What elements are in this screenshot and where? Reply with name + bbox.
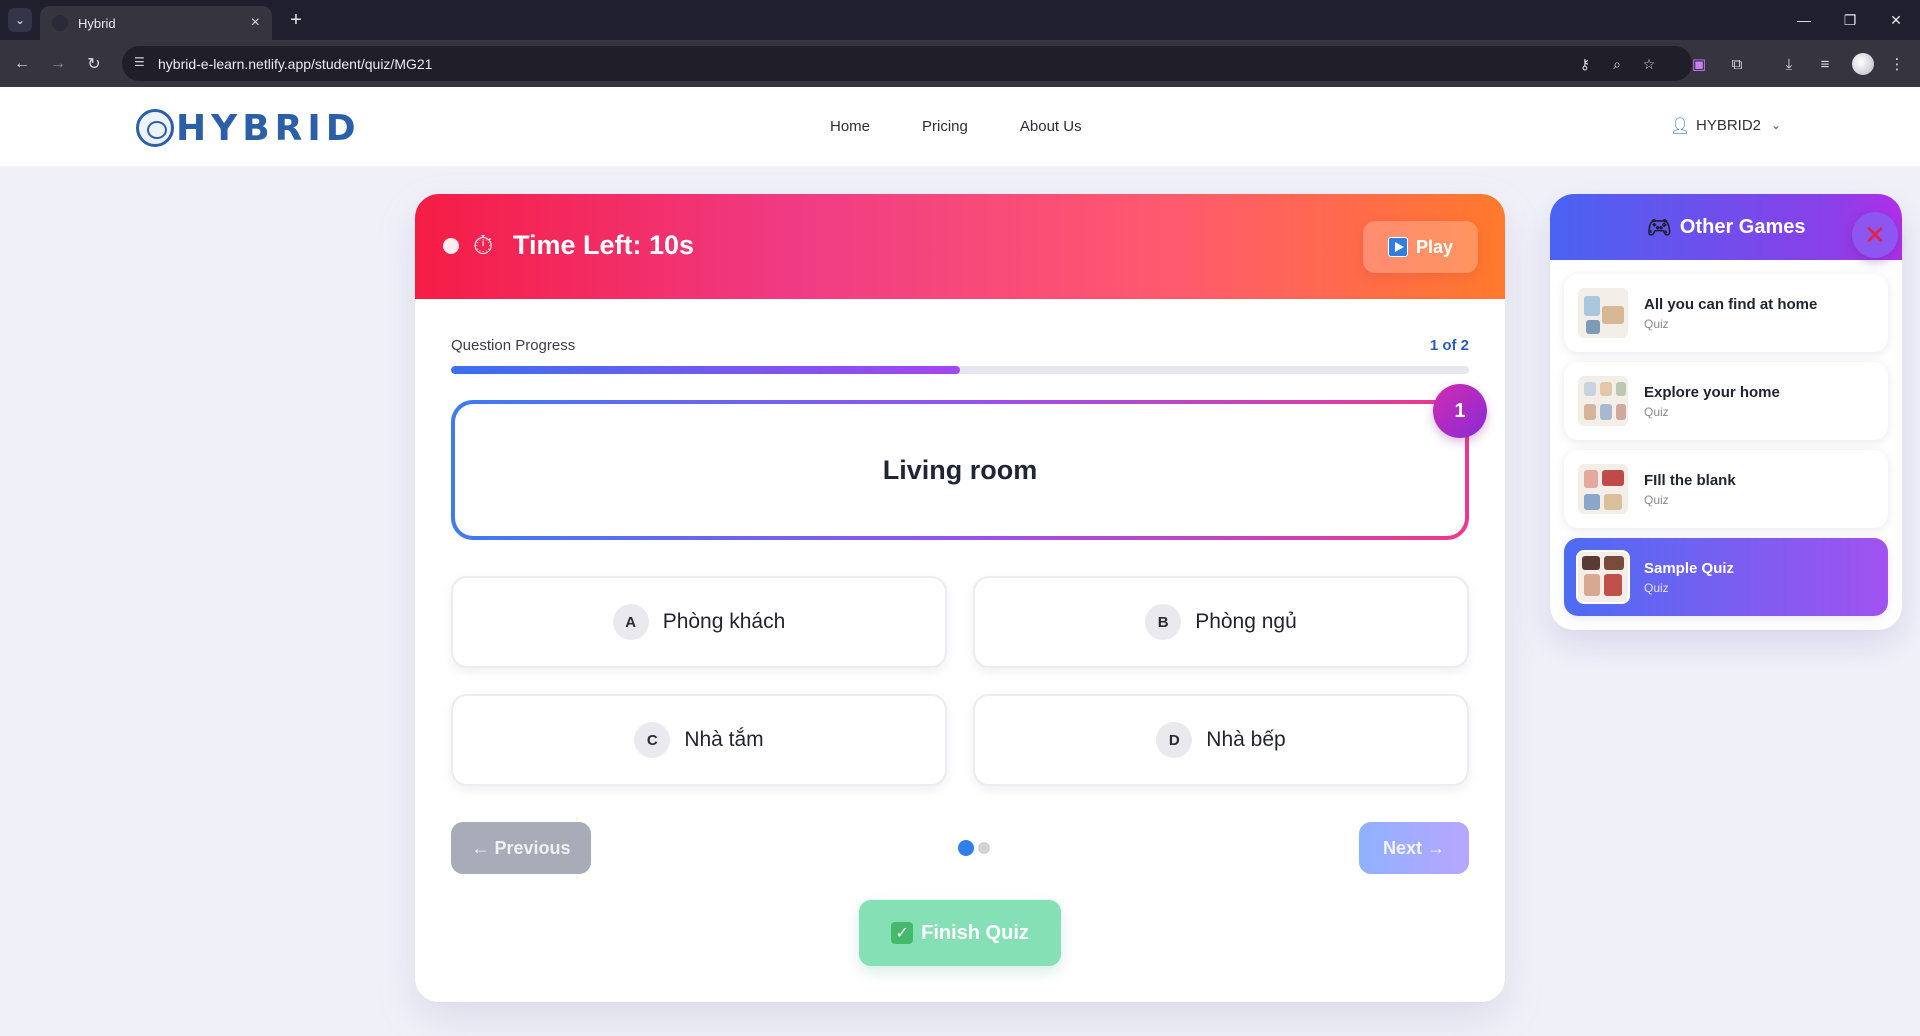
game-item[interactable]: Explore your home Quiz: [1564, 362, 1888, 440]
forward-button[interactable]: →: [46, 52, 70, 76]
game-item[interactable]: All you can find at home Quiz: [1564, 274, 1888, 352]
check-icon: ✓: [891, 922, 914, 944]
play-icon: [1387, 237, 1408, 257]
profile-avatar[interactable]: [1852, 53, 1874, 75]
play-button[interactable]: Play: [1363, 221, 1478, 273]
option-letter: A: [612, 604, 649, 640]
browser-menu-icon[interactable]: ⋮: [1886, 53, 1908, 75]
game-thumbnail: [1576, 286, 1630, 340]
page-dots: [958, 840, 990, 856]
option-text: Phòng khách: [662, 610, 786, 633]
game-type: Quiz: [1644, 316, 1669, 331]
progress-bar: [451, 366, 1469, 374]
new-tab-button[interactable]: +: [284, 8, 308, 32]
quiz-header: ⏱ Time Left: 10s Play: [415, 194, 1505, 299]
tab-title: Hybrid: [78, 15, 116, 31]
other-games-panel: 🎮︎ Other Games All you can find at home …: [1550, 194, 1902, 630]
option-a-button[interactable]: A Phòng khách: [451, 576, 947, 668]
option-d-button[interactable]: D Nhà bếp: [973, 694, 1469, 786]
option-text: Nhà bếp: [1206, 728, 1286, 751]
game-type: Quiz: [1644, 580, 1669, 595]
browser-tab-bar: ⌄ Hybrid × + — ❐ ✕: [0, 0, 1920, 40]
next-button[interactable]: Next →: [1359, 822, 1469, 874]
minimize-button[interactable]: —: [1792, 8, 1816, 32]
stopwatch-icon: ⏱: [473, 230, 494, 260]
user-menu[interactable]: 👤︎ HYBRID2 ⌄: [1670, 116, 1782, 136]
other-games-title: Other Games: [1679, 215, 1806, 238]
option-letter: B: [1145, 604, 1182, 640]
option-letter: D: [1156, 722, 1193, 758]
game-item-active[interactable]: Sample Quiz Quiz: [1564, 538, 1888, 616]
browser-toolbar: ← → ↻ ☰ hybrid-e-learn.netlify.app/stude…: [0, 40, 1920, 87]
nav-pricing[interactable]: Pricing: [922, 118, 968, 135]
game-type: Quiz: [1644, 404, 1669, 419]
nav-about-us[interactable]: About Us: [1020, 118, 1082, 135]
username: HYBRID2: [1696, 116, 1762, 134]
restore-button[interactable]: ❐: [1838, 8, 1862, 32]
address-bar[interactable]: ☰ hybrid-e-learn.netlify.app/student/qui…: [122, 46, 1692, 81]
close-icon[interactable]: ✕: [1852, 212, 1898, 258]
user-icon: 👤︎: [1670, 118, 1691, 135]
download-icon[interactable]: ⤓: [1778, 53, 1800, 75]
page-dot-2[interactable]: [978, 842, 990, 854]
logo-mascot-icon: [136, 109, 174, 147]
progress-label: Question Progress: [451, 337, 576, 354]
logo-text: HYBRID: [176, 107, 361, 149]
extensions-puzzle-icon[interactable]: ⧉: [1726, 53, 1748, 75]
reload-button[interactable]: ↻: [82, 52, 106, 76]
finish-quiz-button[interactable]: ✓ Finish Quiz: [859, 900, 1061, 966]
option-text: Phòng ngủ: [1195, 610, 1297, 633]
option-letter: C: [634, 722, 671, 758]
game-title: FIll the blank: [1644, 471, 1736, 489]
bookmark-star-icon[interactable]: ☆: [1640, 55, 1658, 73]
game-type: Quiz: [1644, 492, 1669, 507]
other-games-header: 🎮︎ Other Games: [1550, 194, 1902, 260]
site-header: HYBRID Home Pricing About Us 👤︎ HYBRID2 …: [0, 87, 1920, 166]
chevron-down-icon: ⌄: [1771, 118, 1782, 132]
game-title: Sample Quiz: [1644, 559, 1735, 577]
zoom-icon[interactable]: ⌕: [1608, 55, 1626, 73]
quiz-card: ⏱ Time Left: 10s Play Question Progress …: [415, 194, 1505, 1002]
extension-purple-icon[interactable]: ▣: [1688, 53, 1710, 75]
game-item[interactable]: FIll the blank Quiz: [1564, 450, 1888, 528]
url-text: hybrid-e-learn.netlify.app/student/quiz/…: [158, 55, 433, 72]
favicon-icon: [52, 15, 68, 31]
back-button[interactable]: ←: [10, 52, 34, 76]
password-key-icon[interactable]: ⚷: [1576, 55, 1594, 73]
game-thumbnail: [1576, 462, 1630, 516]
finish-label: Finish Quiz: [921, 921, 1029, 944]
browser-tab[interactable]: Hybrid ×: [40, 6, 272, 40]
game-thumbnail: [1576, 550, 1630, 604]
option-c-button[interactable]: C Nhà tắm: [451, 694, 947, 786]
main-nav: Home Pricing About Us: [830, 118, 1082, 135]
nav-home[interactable]: Home: [830, 118, 870, 135]
site-info-icon[interactable]: ☰: [134, 55, 150, 71]
time-left-text: Time Left: 10s: [513, 230, 695, 260]
question-box: Living room: [451, 400, 1469, 540]
previous-button[interactable]: ← Previous: [451, 822, 591, 874]
gamepad-icon: 🎮︎: [1646, 216, 1672, 239]
page-dot-1[interactable]: [958, 840, 974, 856]
game-title: Explore your home: [1644, 383, 1780, 401]
play-label: Play: [1415, 236, 1454, 257]
progress-count: 1 of 2: [1429, 337, 1469, 354]
media-queue-icon[interactable]: ≡: [1814, 53, 1836, 75]
question-number-badge: 1: [1433, 384, 1487, 438]
progress-bar-fill: [451, 366, 960, 374]
window-close-button[interactable]: ✕: [1884, 8, 1908, 32]
hybrid-logo[interactable]: HYBRID: [136, 107, 361, 149]
question-text: Living room: [455, 404, 1465, 536]
tab-search-button[interactable]: ⌄: [8, 8, 32, 32]
game-title: All you can find at home: [1644, 295, 1818, 313]
status-dot-icon: [443, 238, 459, 254]
tab-close-icon[interactable]: ×: [251, 14, 260, 32]
option-b-button[interactable]: B Phòng ngủ: [973, 576, 1469, 668]
option-text: Nhà tắm: [684, 728, 764, 751]
game-thumbnail: [1576, 374, 1630, 428]
